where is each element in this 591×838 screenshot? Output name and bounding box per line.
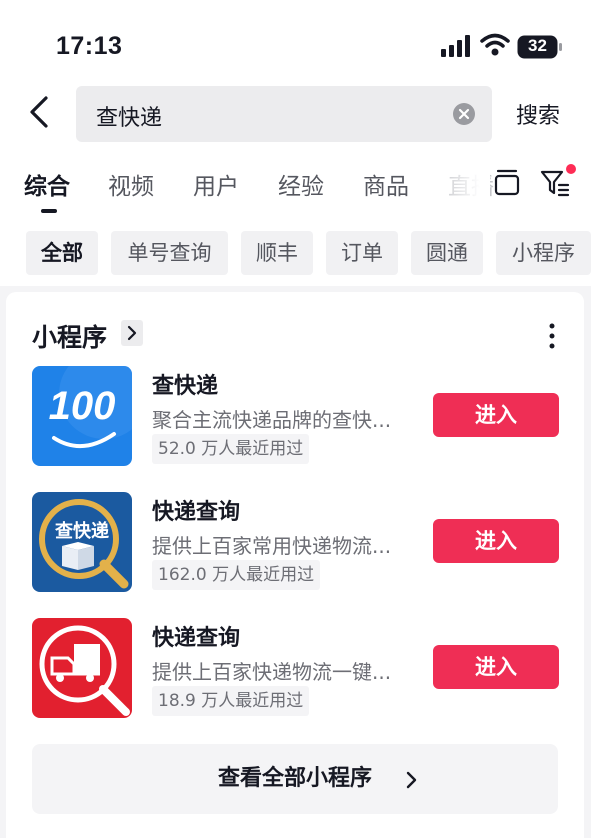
mini-program-item[interactable]: 快递查询 提供上百家快递物流一键... 18.9 万人最近用过 进入 [6,618,584,722]
notification-dot [566,164,576,174]
search-input[interactable]: 查快递 [76,86,492,142]
mini-program-description: 聚合主流快递品牌的查快... [152,408,392,432]
chip-all[interactable]: 全部 [26,231,98,275]
mini-program-name: 查快递 [152,374,219,399]
tab-experience[interactable]: 经验 [278,167,324,201]
section-title[interactable]: 小程序 [32,318,107,354]
filter-icon[interactable] [540,168,570,198]
enter-button[interactable]: 进入 [433,645,559,689]
view-all-mini-programs-button[interactable]: 查看全部小程序 [32,744,558,814]
tab-fade-overlay [440,160,490,204]
active-tab-indicator [41,209,57,213]
package-icon-text: 查快递 [55,521,109,542]
search-query-text[interactable]: 查快递 [96,100,162,132]
chip-mini-program[interactable]: 小程序 [496,231,591,275]
chip-orders[interactable]: 订单 [326,231,398,275]
layout-toggle-icon[interactable] [494,168,520,198]
package-search-icon: 查快递 [32,492,132,592]
mini-program-item[interactable]: 查快递 快递查询 提供上百家常用快递物流... 162.0 万人最近用过 进入 [6,492,584,596]
battery-level: 32 [528,36,547,55]
truck-search-icon [32,618,132,718]
back-arrow-icon[interactable] [26,92,54,132]
more-options-icon[interactable] [542,322,562,350]
mini-program-name: 快递查询 [152,500,241,525]
view-all-label: 查看全部小程序 [217,766,372,791]
battery-icon: 32 [517,35,563,59]
result-tabs: 综合 视频 用户 经验 商品 直播 [0,150,591,222]
search-button[interactable]: 搜索 [516,98,560,130]
tab-comprehensive[interactable]: 综合 [24,167,70,201]
filter-chips: 全部 单号查询 顺丰 订单 圆通 小程序 [0,222,591,286]
mini-program-description: 提供上百家常用快递物流... [152,534,392,558]
chip-tracking-number[interactable]: 单号查询 [111,231,228,275]
mini-program-description: 提供上百家快递物流一键... [152,660,392,684]
status-time: 17:13 [56,32,123,60]
chevron-right-icon [406,771,417,789]
chip-yto[interactable]: 圆通 [411,231,483,275]
mini-program-users: 52.0 万人最近用过 [152,434,310,464]
enter-button[interactable]: 进入 [433,519,559,563]
clear-search-button[interactable] [453,103,475,125]
cellular-signal-icon [441,35,470,57]
mini-program-users: 18.9 万人最近用过 [152,686,310,716]
kuaidi100-logo-text: 100 [48,384,116,428]
enter-button[interactable]: 进入 [433,393,559,437]
mini-program-item[interactable]: 100 查快递 聚合主流快递品牌的查快... 52.0 万人最近用过 进入 [6,366,584,470]
tab-products[interactable]: 商品 [363,167,409,201]
mini-program-card: 小程序 100 查快递 聚合主流快递品牌的查快... 52.0 万人最近用过 进… [6,292,584,838]
wifi-icon [480,33,510,56]
status-bar: 17:13 32 [0,0,591,80]
mini-program-users: 162.0 万人最近用过 [152,560,321,590]
mini-program-name: 快递查询 [152,626,241,651]
chip-sf[interactable]: 顺丰 [241,231,313,275]
tab-users[interactable]: 用户 [193,167,239,201]
close-icon [458,108,470,120]
section-chevron-right-icon[interactable] [121,320,143,346]
kuaidi100-icon: 100 [32,366,132,466]
tab-video[interactable]: 视频 [108,167,154,201]
search-header: 查快递 搜索 [0,80,591,150]
